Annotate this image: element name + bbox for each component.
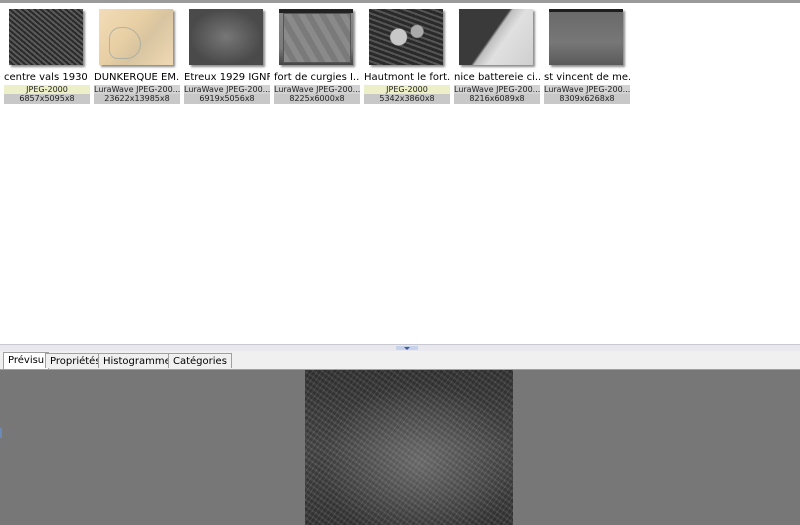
thumbnail-dimensions: 8225x6000x8 [274,94,360,104]
thumbnail-dimensions: 8216x6089x8 [454,94,540,104]
thumbnail-format: LuraWave JPEG-200... [454,85,540,94]
thumbnail-name[interactable]: fort de curgies I... [274,71,360,84]
thumbnail-name[interactable]: centre vals 1930 I... [4,71,90,84]
preview-pane [0,370,800,525]
thumbnail-name[interactable]: nice battereie ci... [454,71,540,84]
thumbnail-name[interactable]: DUNKERQUE EM... [94,71,180,84]
thumbnail-format: LuraWave JPEG-200... [94,85,180,94]
preview-image[interactable] [305,370,513,525]
tab-preview[interactable]: Prévisu [3,352,50,369]
thumbnail-format: JPEG-2000 [4,85,90,94]
thumbnail-dimensions: 8309x6268x8 [544,94,630,104]
thumbnail-format: LuraWave JPEG-200... [274,85,360,94]
tab-categories[interactable]: Catégories [168,353,232,368]
photo-content [283,13,351,63]
tab-properties[interactable]: Propriétés [45,353,106,368]
thumbnail-name[interactable]: st vincent de me... [544,71,630,84]
thumbnail-format: JPEG-2000 [364,85,450,94]
thumbnail-name[interactable]: Hautmont le fort... [364,71,450,84]
thumbnail-format: LuraWave JPEG-200... [544,85,630,94]
tab-histogram[interactable]: Histogramme [98,353,176,368]
aerial-photo-thumbnail[interactable] [189,9,263,65]
top-border [0,0,800,3]
aerial-photo-thumbnail[interactable] [459,9,533,65]
thumbnail-dimensions: 23622x13985x8 [94,94,180,104]
thumbnail-format: LuraWave JPEG-200... [184,85,270,94]
thumbnail-name[interactable]: Etreux 1929 IGNF... [184,71,270,84]
aerial-photo-thumbnail[interactable] [279,9,353,65]
side-handle[interactable] [0,428,2,438]
aerial-photo-thumbnail[interactable] [9,9,83,65]
aerial-photo-thumbnail[interactable] [549,9,623,65]
collapse-arrow-icon[interactable] [396,346,418,350]
thumbnail-dimensions: 6919x5056x8 [184,94,270,104]
thumbnail-grid: centre vals 1930 I... JPEG-2000 6857x509… [0,4,800,344]
thumbnail-dimensions: 6857x5095x8 [4,94,90,104]
thumbnail-dimensions: 5342x3860x8 [364,94,450,104]
map-thumbnail[interactable] [99,9,173,65]
preview-tab-bar: Prévisu Propriétés Histogramme Catégorie… [0,351,800,370]
aerial-photo-thumbnail[interactable] [369,9,443,65]
map-feature [109,27,141,59]
